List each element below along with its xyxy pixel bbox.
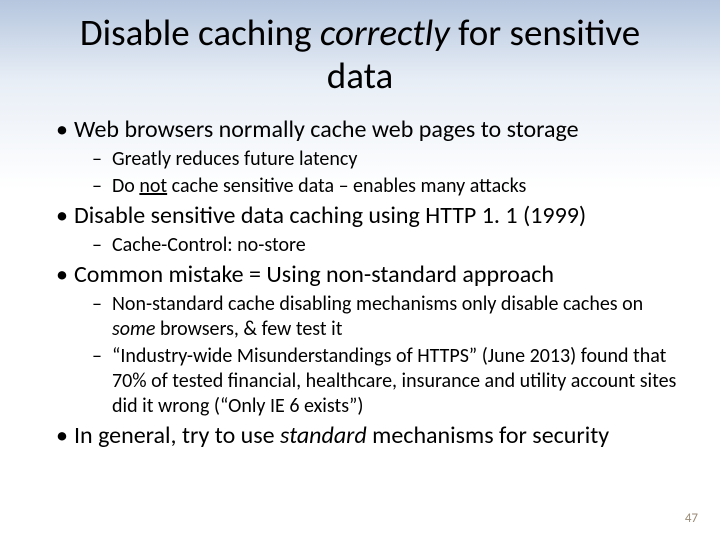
bullet-3a-ital: some xyxy=(112,317,155,341)
bullet-2: Disable sensitive data caching using HTT… xyxy=(56,201,690,231)
page-number: 47 xyxy=(685,511,698,526)
bullet-4-post: mechanisms for security xyxy=(367,421,609,450)
title-italic: correctly xyxy=(320,10,450,55)
bullet-1b-pre: Do xyxy=(112,174,139,198)
bullet-list: Web browsers normally cache web pages to… xyxy=(30,115,690,451)
bullet-3b: “Industry-wide Misunderstandings of HTTP… xyxy=(92,344,690,419)
slide-body: Disable caching correctly for sensitive … xyxy=(0,0,720,451)
bullet-1a: Greatly reduces future latency xyxy=(92,147,690,172)
bullet-4-pre: In general, try to use xyxy=(74,421,280,450)
bullet-3a: Non-standard cache disabling mechanisms … xyxy=(92,292,690,342)
bullet-1b-post: cache sensitive data – enables many atta… xyxy=(167,174,526,198)
bullet-1: Web browsers normally cache web pages to… xyxy=(56,115,690,145)
bullet-3: Common mistake = Using non-standard appr… xyxy=(56,260,690,290)
bullet-1b-under: not xyxy=(139,174,167,198)
bullet-3a-post: browsers, & few test it xyxy=(155,317,342,341)
bullet-3a-pre: Non-standard cache disabling mechanisms … xyxy=(112,292,643,316)
bullet-2a: Cache-Control: no-store xyxy=(92,233,690,258)
slide-title: Disable caching correctly for sensitive … xyxy=(30,12,690,97)
bullet-4-ital: standard xyxy=(280,421,367,450)
title-pre: Disable caching xyxy=(80,10,320,55)
bullet-4: In general, try to use standard mechanis… xyxy=(56,421,690,451)
bullet-1b: Do not cache sensitive data – enables ma… xyxy=(92,174,690,199)
